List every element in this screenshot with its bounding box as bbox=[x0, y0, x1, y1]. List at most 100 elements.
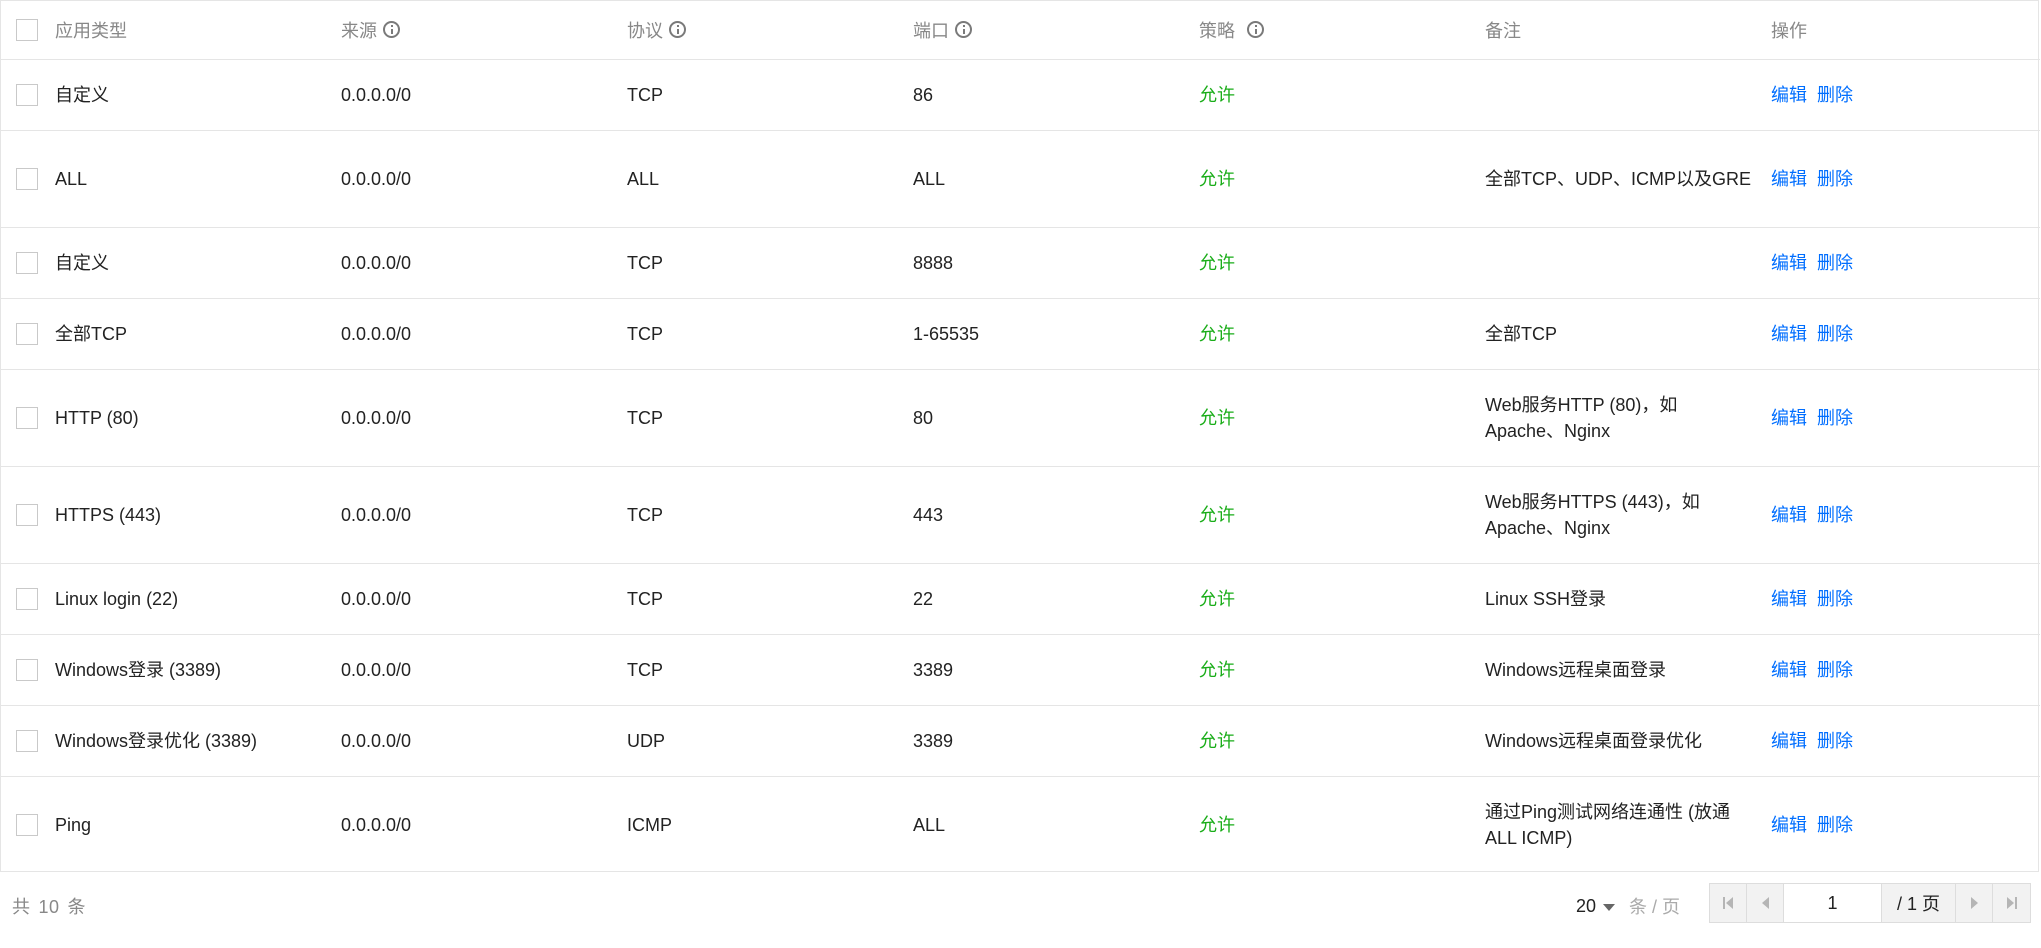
edit-link[interactable]: 编辑 bbox=[1771, 85, 1807, 105]
row-checkbox[interactable] bbox=[16, 813, 38, 836]
policy-info-icon[interactable] bbox=[1247, 21, 1264, 39]
first-page-icon bbox=[1723, 897, 1733, 909]
edit-link[interactable]: 编辑 bbox=[1771, 408, 1807, 428]
delete-link[interactable]: 删除 bbox=[1817, 324, 1853, 344]
cell-type: HTTP (80) bbox=[1, 369, 341, 467]
edit-link[interactable]: 编辑 bbox=[1771, 731, 1807, 751]
port-info-icon[interactable] bbox=[955, 21, 972, 39]
rule-note: 全部TCP bbox=[1485, 298, 1771, 370]
rule-protocol: TCP bbox=[627, 298, 913, 370]
row-checkbox[interactable] bbox=[16, 729, 38, 752]
row-checkbox[interactable] bbox=[16, 503, 38, 526]
delete-link[interactable]: 删除 bbox=[1817, 589, 1853, 609]
cell-ops: 编辑 删除 bbox=[1771, 369, 2040, 467]
cell-type: ALL bbox=[1, 130, 341, 228]
table-row: Linux login (22) 0.0.0.0/0 TCP 22 允许 Lin… bbox=[1, 563, 2040, 635]
cell-ops: 编辑 删除 bbox=[1771, 466, 2040, 564]
edit-link[interactable]: 编辑 bbox=[1771, 324, 1807, 344]
header-protocol-label: 协议 bbox=[627, 20, 663, 41]
rule-note: Linux SSH登录 bbox=[1485, 563, 1771, 635]
rule-policy: 允许 bbox=[1199, 369, 1485, 467]
delete-link[interactable]: 删除 bbox=[1817, 169, 1853, 189]
total-number: 10 bbox=[38, 897, 60, 917]
row-checkbox[interactable] bbox=[16, 83, 38, 106]
first-page-button[interactable] bbox=[1710, 884, 1747, 922]
rule-protocol: ALL bbox=[627, 130, 913, 228]
table-row: Windows登录优化 (3389) 0.0.0.0/0 UDP 3389 允许… bbox=[1, 705, 2040, 777]
cell-ops: 编辑 删除 bbox=[1771, 59, 2040, 131]
rule-protocol: TCP bbox=[627, 227, 913, 299]
edit-link[interactable]: 编辑 bbox=[1771, 169, 1807, 189]
rule-note: Web服务HTTPS (443)，如Apache、Nginx bbox=[1485, 466, 1771, 564]
rule-port: 443 bbox=[913, 466, 1199, 564]
select-all-checkbox[interactable] bbox=[16, 18, 38, 41]
header-note-label: 备注 bbox=[1485, 20, 1521, 41]
rule-type: ALL bbox=[55, 168, 88, 189]
header-source-label: 来源 bbox=[341, 20, 377, 41]
rule-source: 0.0.0.0/0 bbox=[341, 59, 627, 131]
cell-type: HTTPS (443) bbox=[1, 466, 341, 564]
rule-source: 0.0.0.0/0 bbox=[341, 369, 627, 467]
rule-port: 3389 bbox=[913, 634, 1199, 706]
table-row: 自定义 0.0.0.0/0 TCP 86 允许 编辑 删除 bbox=[1, 59, 2040, 131]
rule-port: 22 bbox=[913, 563, 1199, 635]
page-size-dropdown[interactable]: 20 bbox=[1576, 896, 1616, 917]
edit-link[interactable]: 编辑 bbox=[1771, 589, 1807, 609]
delete-link[interactable]: 删除 bbox=[1817, 815, 1853, 835]
row-checkbox[interactable] bbox=[16, 406, 38, 429]
prev-page-icon bbox=[1761, 897, 1769, 909]
rule-source: 0.0.0.0/0 bbox=[341, 705, 627, 777]
per-page-label: 条 / 页 bbox=[1629, 897, 1681, 917]
delete-link[interactable]: 删除 bbox=[1817, 731, 1853, 751]
total-prefix: 共 bbox=[12, 897, 31, 917]
delete-link[interactable]: 删除 bbox=[1817, 253, 1853, 273]
table-row: HTTPS (443) 0.0.0.0/0 TCP 443 允许 Web服务HT… bbox=[1, 466, 2040, 564]
row-checkbox[interactable] bbox=[16, 251, 38, 274]
row-checkbox[interactable] bbox=[16, 167, 38, 190]
rule-type: 自定义 bbox=[55, 84, 109, 105]
edit-link[interactable]: 编辑 bbox=[1771, 660, 1807, 680]
header-source: 来源 bbox=[341, 1, 627, 60]
rule-note bbox=[1485, 227, 1771, 299]
rule-port: ALL bbox=[913, 814, 946, 835]
table-row: Windows登录 (3389) 0.0.0.0/0 TCP 3389 允许 W… bbox=[1, 634, 2040, 706]
cell-ops: 编辑 删除 bbox=[1771, 130, 2040, 228]
total-pages-label: / 1 页 bbox=[1882, 884, 1956, 922]
edit-link[interactable]: 编辑 bbox=[1771, 505, 1807, 525]
header-protocol: 协议 bbox=[627, 1, 913, 60]
edit-link[interactable]: 编辑 bbox=[1771, 253, 1807, 273]
table-row: HTTP (80) 0.0.0.0/0 TCP 80 允许 Web服务HTTP … bbox=[1, 369, 2040, 467]
delete-link[interactable]: 删除 bbox=[1817, 85, 1853, 105]
table-row: 全部TCP 0.0.0.0/0 TCP 1-65535 允许 全部TCP 编辑删… bbox=[1, 298, 2040, 370]
cell-type: Windows登录优化 (3389) bbox=[1, 705, 341, 777]
edit-link[interactable]: 编辑 bbox=[1771, 815, 1807, 835]
header-port: 端口 bbox=[913, 1, 1199, 60]
rule-policy: 允许 bbox=[1199, 814, 1235, 835]
next-page-button[interactable] bbox=[1956, 884, 1993, 922]
rule-type: Ping bbox=[55, 814, 92, 835]
rule-protocol: ICMP bbox=[627, 814, 672, 835]
rule-type: 自定义 bbox=[55, 252, 109, 273]
delete-link[interactable]: 删除 bbox=[1817, 660, 1853, 680]
cell-type: Linux login (22) bbox=[1, 563, 341, 635]
rules-table: 应用类型 来源 协议 端口 策略 备注 操作 自定义 0.0.0.0/0 TCP… bbox=[1, 1, 2040, 873]
current-page-input[interactable] bbox=[1784, 884, 1882, 922]
rule-port: ALL bbox=[913, 130, 1199, 228]
rule-note: 全部TCP、UDP、ICMP以及GRE bbox=[1485, 130, 1771, 228]
delete-link[interactable]: 删除 bbox=[1817, 408, 1853, 428]
prev-page-button[interactable] bbox=[1747, 884, 1784, 922]
protocol-info-icon[interactable] bbox=[669, 21, 686, 39]
source-info-icon[interactable] bbox=[383, 21, 400, 39]
rule-type: 全部TCP bbox=[55, 323, 127, 344]
caret-down-icon bbox=[1603, 904, 1616, 911]
rule-note: Web服务HTTP (80)，如Apache、Nginx bbox=[1485, 369, 1771, 467]
rule-type: HTTP (80) bbox=[55, 407, 139, 428]
row-checkbox[interactable] bbox=[16, 322, 38, 345]
row-checkbox[interactable] bbox=[16, 658, 38, 681]
last-page-button[interactable] bbox=[1993, 884, 2030, 922]
row-checkbox[interactable] bbox=[16, 587, 38, 610]
rule-type: Linux login (22) bbox=[55, 588, 179, 609]
rule-protocol: TCP bbox=[627, 59, 913, 131]
rule-port: 86 bbox=[913, 59, 1199, 131]
delete-link[interactable]: 删除 bbox=[1817, 505, 1853, 525]
